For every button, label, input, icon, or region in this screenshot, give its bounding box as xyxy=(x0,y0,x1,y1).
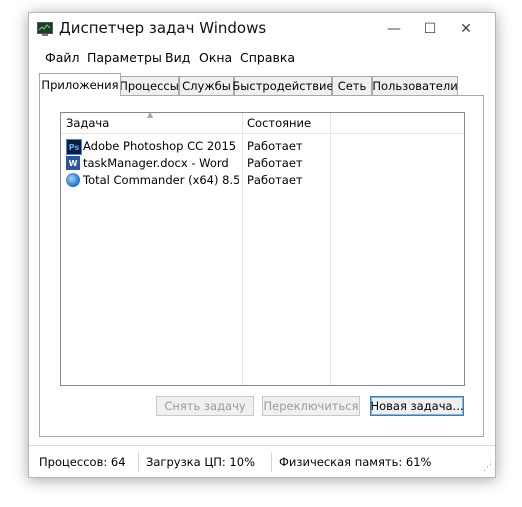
status-memory: Физическая память: 61% xyxy=(279,455,432,469)
list-item[interactable]: W taskManager.docx - Word Работает xyxy=(61,155,464,172)
column-header-task[interactable]: Задача xyxy=(61,113,242,133)
task-name: Total Commander (x64) 8.50 ... xyxy=(83,173,239,187)
close-button[interactable]: ✕ xyxy=(449,17,483,41)
task-manager-window: Диспетчер задач Windows — ☐ ✕ Файл Парам… xyxy=(28,12,496,478)
task-name: taskManager.docx - Word xyxy=(83,156,229,170)
tab-performance[interactable]: Быстродействие xyxy=(232,76,334,95)
list-item[interactable]: Ps Adobe Photoshop CC 2015 Работает xyxy=(61,138,464,155)
end-task-button[interactable]: Снять задачу xyxy=(156,396,254,416)
menu-options[interactable]: Параметры xyxy=(87,50,162,65)
title-bar[interactable]: Диспетчер задач Windows — ☐ ✕ xyxy=(29,13,495,45)
window-title: Диспетчер задач Windows xyxy=(59,19,267,37)
tab-applications[interactable]: Приложения xyxy=(39,73,121,96)
list-header: ▲ Задача Состояние xyxy=(61,110,464,134)
status-bar: Процессов: 64 Загрузка ЦП: 10% Физическа… xyxy=(29,445,495,476)
task-state: Работает xyxy=(247,173,303,187)
maximize-button[interactable]: ☐ xyxy=(413,17,447,41)
menu-windows[interactable]: Окна xyxy=(199,50,232,65)
resize-grip-icon[interactable]: ⋰ xyxy=(483,463,492,473)
task-state: Работает xyxy=(247,156,303,170)
tab-services[interactable]: Службы xyxy=(179,76,234,95)
minimize-button[interactable]: — xyxy=(377,17,411,41)
applications-panel: ▲ Задача Состояние Ps Adobe Photoshop CC… xyxy=(39,95,484,437)
column-header-state[interactable]: Состояние xyxy=(242,113,330,133)
menu-bar: Файл Параметры Вид Окна Справка xyxy=(29,47,495,69)
total-commander-icon xyxy=(66,173,80,187)
status-divider xyxy=(271,452,272,472)
applications-list[interactable]: ▲ Задача Состояние Ps Adobe Photoshop CC… xyxy=(60,110,465,386)
status-processes: Процессов: 64 xyxy=(39,455,126,469)
tab-network[interactable]: Сеть xyxy=(332,76,372,95)
tab-users[interactable]: Пользователи xyxy=(372,76,458,95)
menu-help[interactable]: Справка xyxy=(240,50,295,65)
status-divider xyxy=(138,452,139,472)
menu-view[interactable]: Вид xyxy=(165,50,190,65)
word-icon: W xyxy=(66,156,80,170)
switch-to-button[interactable]: Переключиться xyxy=(262,396,360,416)
new-task-button[interactable]: Новая задача... xyxy=(370,396,464,416)
task-state: Работает xyxy=(247,139,303,153)
task-manager-icon xyxy=(37,22,53,36)
photoshop-icon: Ps xyxy=(66,139,82,155)
list-item[interactable]: Total Commander (x64) 8.50 ... Работает xyxy=(61,172,464,189)
status-cpu: Загрузка ЦП: 10% xyxy=(146,455,255,469)
menu-file[interactable]: Файл xyxy=(45,50,80,65)
tab-processes[interactable]: Процессы xyxy=(119,76,179,95)
task-name: Adobe Photoshop CC 2015 xyxy=(83,139,237,153)
